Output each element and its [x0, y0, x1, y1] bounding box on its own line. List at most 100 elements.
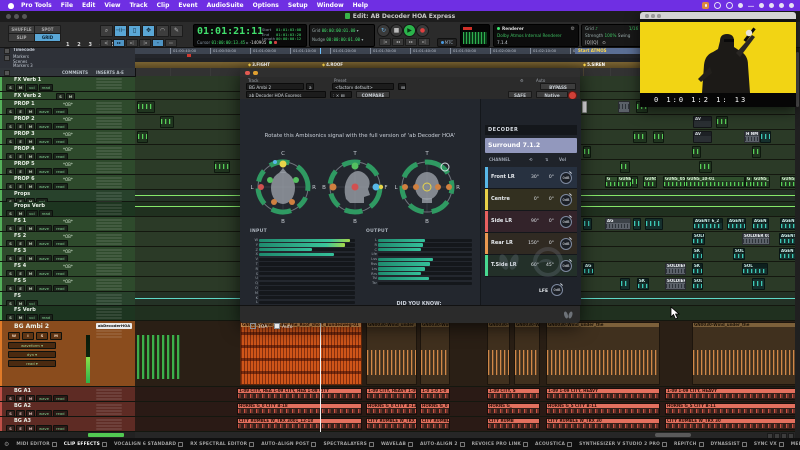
- insert-slot[interactable]: [96, 198, 122, 200]
- track-btn-m[interactable]: M: [26, 255, 35, 262]
- clip-ag[interactable]: AG: [605, 218, 631, 230]
- insert-slot[interactable]: [96, 303, 122, 305]
- menu-file[interactable]: File: [61, 2, 73, 9]
- mic-icon[interactable]: [702, 2, 709, 9]
- clip-soldier-01-1[interactable]: SOLDIER 01_1: [742, 233, 770, 245]
- track-btn-s[interactable]: S: [6, 314, 15, 321]
- track-chip-read[interactable]: read: [39, 314, 54, 321]
- insert-slot[interactable]: [96, 219, 122, 221]
- track-comment[interactable]: *OB*: [63, 264, 93, 269]
- track-btn-s[interactable]: S: [6, 168, 15, 175]
- marker-4-roof[interactable]: 4.ROOF: [322, 62, 343, 67]
- track-prop-1[interactable]: PROP 1SEMwaveread*OB*: [0, 100, 135, 115]
- track-fx-verb-1[interactable]: FX Verb 1SMvolread: [0, 76, 135, 92]
- track-chip-read[interactable]: read: [53, 270, 68, 277]
- plugin-safe-button[interactable]: SAFE: [508, 91, 532, 98]
- clip-horns-g[interactable]: HORNS G_: [487, 403, 540, 415]
- track-bg-a3[interactable]: BG A3SEMwaveread: [0, 417, 135, 432]
- track-btn-w[interactable]: W: [8, 332, 20, 340]
- mode-grid-button[interactable]: GRID: [34, 33, 61, 42]
- insert-slot[interactable]: [96, 282, 122, 284]
- track-prop-2[interactable]: PROP 2SEMwaveread*OB*: [0, 115, 135, 130]
- clip-horns-g-s-city-b-11[interactable]: HORNS G_S CITY B-11: [665, 403, 795, 415]
- clip-sol[interactable]: SOL: [742, 263, 768, 275]
- mode-slip-button[interactable]: SLIP: [8, 33, 35, 42]
- video-title-bar[interactable]: [640, 12, 796, 19]
- track-chip-read[interactable]: read ▾: [8, 360, 56, 367]
- decoder-channel-centre[interactable]: Centre0°0°0dB: [485, 189, 577, 211]
- menu-view[interactable]: View: [104, 2, 120, 9]
- track-chip-read[interactable]: read: [53, 410, 68, 417]
- track-chip-wave[interactable]: wave: [36, 410, 52, 417]
- clip[interactable]: [716, 116, 728, 128]
- clip-agen[interactable]: AGEN: [779, 248, 795, 260]
- auto-checkbox[interactable]: Auto: [274, 323, 292, 330]
- channel-azimuth[interactable]: 150°: [525, 241, 539, 246]
- clip-agent-6-2[interactable]: AGENT 6_2: [693, 218, 723, 230]
- insert-slot[interactable]: [96, 336, 122, 338]
- insert-slot[interactable]: [96, 195, 122, 197]
- clip-guns-5[interactable]: GUNS_5: [752, 176, 770, 188]
- clip[interactable]: [137, 131, 148, 143]
- insert-slot[interactable]: [96, 255, 122, 257]
- insert-slot[interactable]: [96, 192, 122, 194]
- clip[interactable]: [692, 146, 701, 158]
- clip-gn0030-wind-under-the-roof-short-bundesweg-01[interactable]: GN0030-Wind_under_the_Roof_short_Bundesw…: [240, 322, 362, 385]
- track-btn-m[interactable]: M: [26, 123, 35, 130]
- track-chip-wave[interactable]: wave: [36, 395, 52, 402]
- zoom-tool-icon[interactable]: ⌕: [100, 25, 113, 37]
- clip-av[interactable]: AV: [693, 131, 712, 143]
- insert-slot[interactable]: [96, 183, 122, 185]
- insert-slot[interactable]: [96, 177, 122, 179]
- clip-gune[interactable]: GUNE: [617, 176, 632, 188]
- channel-volume-knob[interactable]: 0dB: [560, 216, 572, 228]
- insert-slot[interactable]: [96, 150, 122, 152]
- stop-button[interactable]: ■: [390, 24, 403, 37]
- clip-gn0030-wind-under-the[interactable]: GN0030-Wind_under_the: [546, 322, 660, 385]
- clip-av[interactable]: AV: [693, 116, 712, 128]
- track-bg-a1[interactable]: BG A1SEMwaveread: [0, 387, 135, 402]
- track-chip-wave[interactable]: wave: [36, 225, 52, 232]
- track-chip-read[interactable]: read: [53, 123, 68, 130]
- clip-1-09-1-09-city-heavy[interactable]: 1-09 1-09 CITY, HEAVY: [665, 388, 795, 400]
- playhead-caret[interactable]: [320, 47, 321, 54]
- insert-slot[interactable]: [96, 288, 122, 290]
- track-prop-5[interactable]: PROP 5SEMwaveread*OB*: [0, 160, 135, 175]
- ruler-icon[interactable]: [4, 55, 10, 61]
- plugin-librarian-icon[interactable]: ▤: [398, 83, 406, 90]
- track-btn-e[interactable]: E: [16, 108, 25, 115]
- insert-slot[interactable]: [96, 330, 122, 332]
- clip[interactable]: [137, 322, 181, 385]
- track-btn-s[interactable]: S: [6, 153, 15, 160]
- insert-slot[interactable]: [96, 210, 122, 212]
- track-chip-read[interactable]: read: [39, 210, 54, 217]
- insert-slot[interactable]: [96, 308, 122, 310]
- track-btn-m[interactable]: M: [26, 138, 35, 145]
- track-chip-read[interactable]: read: [53, 108, 68, 115]
- insert-slot[interactable]: [96, 225, 122, 227]
- clock-icon[interactable]: [789, 3, 794, 8]
- grabber-tool-icon[interactable]: ✥: [142, 25, 155, 37]
- insert-slot[interactable]: [96, 279, 122, 281]
- clip-horns-g-0-city-b-13[interactable]: HORNS G_0 CITY B-13: [366, 403, 417, 415]
- track-btn-m[interactable]: M: [26, 153, 35, 160]
- track-btn-s[interactable]: S: [6, 240, 15, 247]
- insert-abdecoderhoa[interactable]: abDecoderHOA: [96, 323, 132, 329]
- track-chip-dyn[interactable]: dyn ▾: [8, 351, 56, 358]
- dock-item-midi-editor[interactable]: MIDI EDITOR: [16, 442, 56, 447]
- clip[interactable]: [699, 161, 712, 173]
- insert-slot[interactable]: [96, 162, 122, 164]
- clip-agent[interactable]: AGENT: [779, 233, 795, 245]
- track-comment[interactable]: *OB*: [63, 177, 93, 182]
- track-btn-e[interactable]: E: [16, 255, 25, 262]
- clip-gn0030-wind-under-the[interactable]: GN0030-Wind_under_the: [366, 322, 417, 385]
- track-btn-m[interactable]: M: [16, 314, 25, 321]
- dock-item-synthesizer-v-studio-2-pro[interactable]: SYNTHESIZER V STUDIO 2 PRO: [579, 442, 667, 447]
- insert-slot[interactable]: [96, 428, 122, 430]
- channel-elevation[interactable]: 0°: [542, 197, 554, 202]
- clip[interactable]: [582, 101, 587, 113]
- 1oa-checkbox[interactable]: 1OA: [250, 323, 267, 330]
- dock-item-dynassist[interactable]: DYNASSIST: [711, 442, 747, 447]
- track-btn-s[interactable]: S: [6, 138, 15, 145]
- length-value[interactable]: 00:00:00:12: [276, 36, 301, 41]
